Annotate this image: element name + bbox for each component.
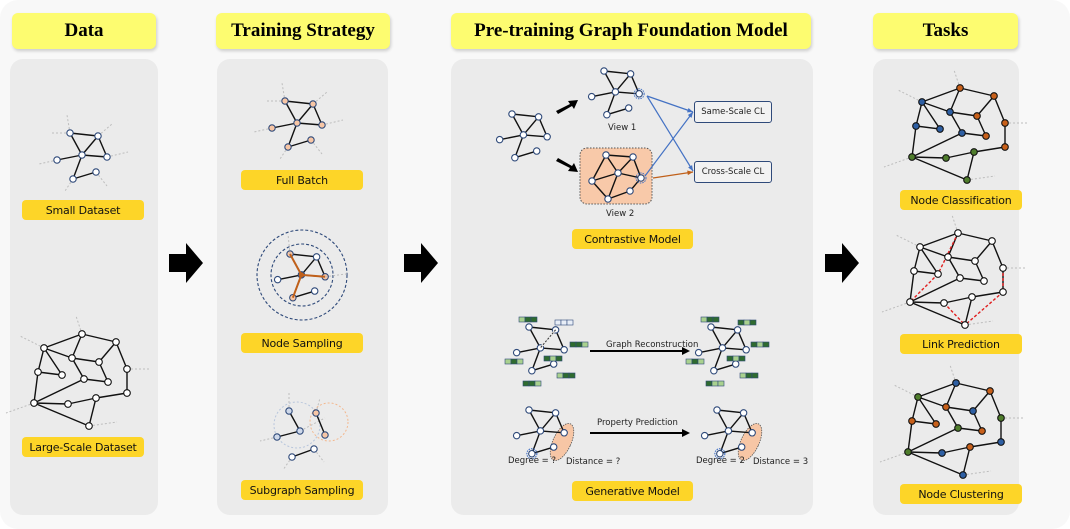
tag-generative-model: Generative Model <box>572 481 693 501</box>
tag-small-dataset: Small Dataset <box>22 200 144 220</box>
tag-link-prediction: Link Prediction <box>900 334 1022 354</box>
figure-canvas: Data Training Strategy Pre-training Grap… <box>0 0 1070 529</box>
graph-reconstruction-label: Graph Reconstruction <box>606 340 698 350</box>
tag-subgraph-sampling: Subgraph Sampling <box>241 480 363 500</box>
distance-known-label: Distance = 3 <box>753 457 808 467</box>
tag-node-sampling: Node Sampling <box>241 333 363 353</box>
tag-node-clustering: Node Clustering <box>900 484 1022 504</box>
cross-scale-cl-box: Cross-Scale CL <box>694 161 772 183</box>
distance-unknown-label: Distance = ? <box>566 457 620 467</box>
view2-label: View 2 <box>606 209 634 219</box>
degree-unknown-label: Degree = ? <box>508 456 556 466</box>
tag-large-dataset: Large-Scale Dataset <box>22 437 144 457</box>
diagram-labels: View 1 View 2 Graph Reconstruction Prope… <box>508 123 808 467</box>
same-scale-cl-box: Same-Scale CL <box>694 101 772 123</box>
tag-full-batch: Full Batch <box>241 170 363 190</box>
property-prediction-label: Property Prediction <box>597 418 678 428</box>
view1-label: View 1 <box>608 123 636 133</box>
tag-contrastive-model: Contrastive Model <box>572 229 693 249</box>
degree-known-label: Degree = 2 <box>696 456 745 466</box>
tag-node-classification: Node Classification <box>900 190 1022 210</box>
